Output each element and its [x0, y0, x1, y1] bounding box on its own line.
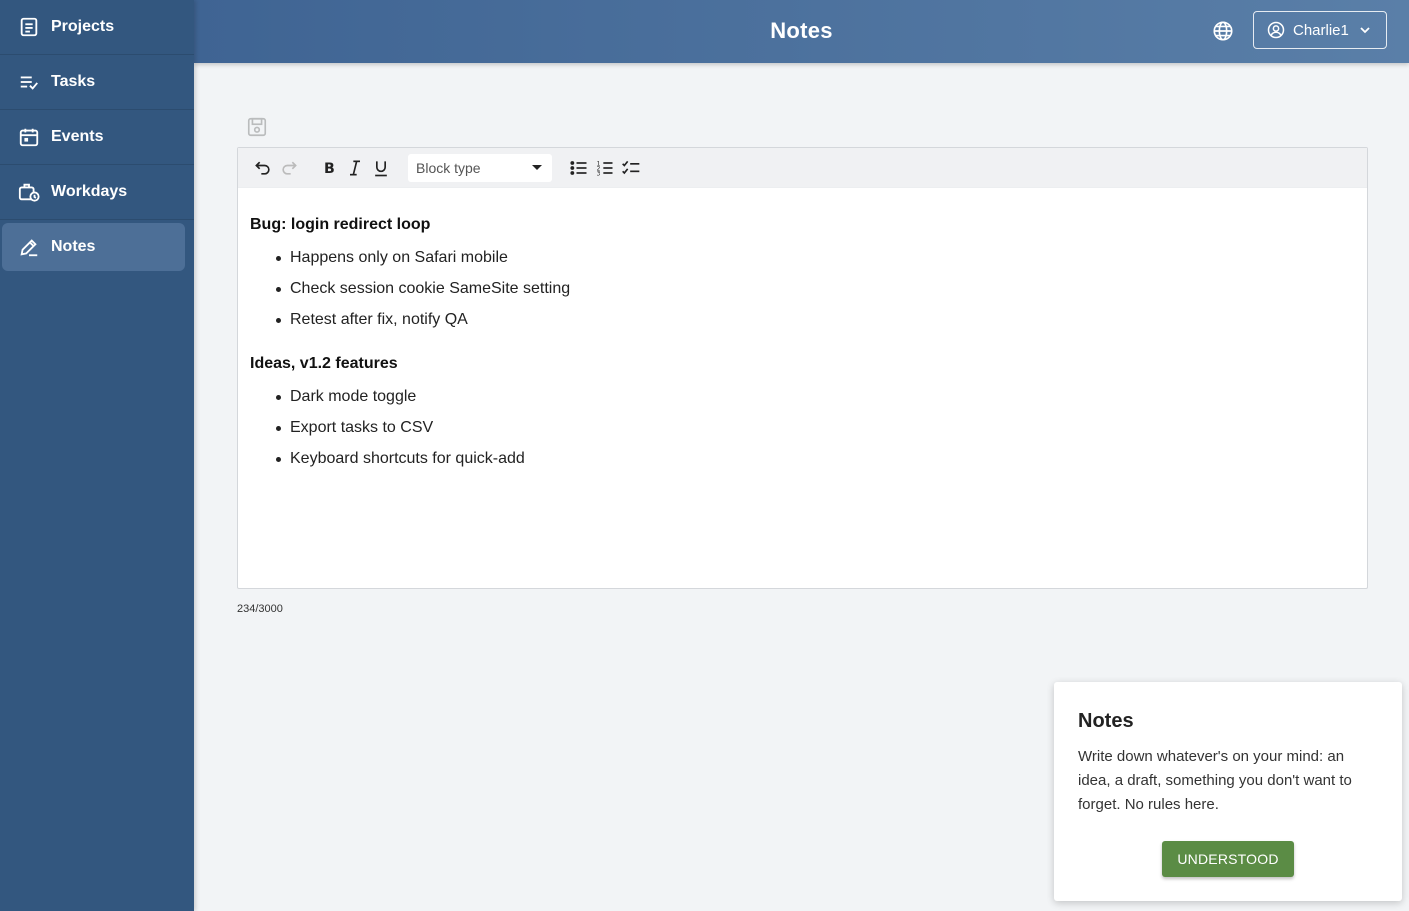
editor-content[interactable]: Bug: login redirect loop Happens only on… — [238, 188, 1367, 480]
rich-text-editor[interactable]: B Block type 1 2 3 Bug: login redirect l… — [237, 147, 1368, 589]
italic-button[interactable] — [342, 155, 368, 181]
popup-text: Write down whatever's on your mind: an i… — [1078, 748, 1352, 813]
checklist-icon — [621, 158, 641, 178]
undo-button[interactable] — [250, 155, 276, 181]
understood-button[interactable]: UNDERSTOOD — [1162, 841, 1294, 877]
redo-button[interactable] — [276, 155, 302, 181]
bold-button[interactable]: B — [316, 155, 342, 181]
undo-icon — [253, 158, 273, 178]
list-item: Happens only on Safari mobile — [276, 248, 1355, 279]
italic-icon — [345, 158, 365, 178]
character-count: 234/3000 — [237, 603, 283, 615]
app-root: Projects Tasks Events Workdays Notes Not… — [0, 0, 1409, 911]
chevron-down-icon — [1359, 24, 1371, 36]
calendar-icon — [18, 126, 40, 148]
sidebar-item-label: Tasks — [51, 73, 96, 90]
document-icon — [18, 16, 40, 38]
popup-title: Notes — [1078, 710, 1134, 732]
briefcase-clock-icon — [18, 181, 40, 203]
list-item: Dark mode toggle — [276, 387, 1355, 418]
bullet-list: Dark mode toggle Export tasks to CSV Key… — [276, 387, 1355, 480]
sidebar-item-notes[interactable]: Notes — [2, 223, 185, 271]
numbered-list-button[interactable]: 123 — [592, 155, 618, 181]
note-heading: Bug: login redirect loop — [250, 216, 431, 233]
language-button[interactable] — [1211, 19, 1235, 43]
checklist-button[interactable] — [618, 155, 644, 181]
globe-icon — [1212, 20, 1234, 42]
sidebar-item-label: Projects — [51, 18, 115, 35]
bold-icon: B — [319, 158, 339, 178]
caret-down-icon — [532, 165, 542, 170]
note-heading: Ideas, v1.2 features — [250, 355, 398, 372]
bullet-list: Happens only on Safari mobile Check sess… — [276, 248, 1355, 341]
list-item: Keyboard shortcuts for quick-add — [276, 449, 1355, 480]
top-header: Notes Charlie1 — [194, 0, 1409, 63]
svg-text:3: 3 — [597, 171, 601, 177]
sidebar-item-label: Workdays — [51, 183, 128, 200]
sidebar-item-events[interactable]: Events — [0, 110, 194, 165]
editor-toolbar: B Block type 1 2 3 — [238, 148, 1367, 188]
underline-button[interactable] — [368, 155, 394, 181]
user-menu-button[interactable]: Charlie1 — [1253, 11, 1387, 49]
task-list-icon — [18, 71, 40, 93]
notes-info-popup: Notes Write down whatever's on your mind… — [1054, 682, 1402, 901]
bullet-list-icon — [569, 158, 589, 178]
list-item: Export tasks to CSV — [276, 418, 1355, 449]
block-type-label: Block type — [416, 159, 481, 176]
sidebar-item-tasks[interactable]: Tasks — [0, 55, 194, 110]
list-item: Retest after fix, notify QA — [276, 310, 1355, 341]
sidebar-item-label: Notes — [51, 238, 96, 255]
pencil-icon — [18, 236, 40, 258]
svg-text:B: B — [324, 161, 335, 177]
numbered-list-icon: 123 — [595, 158, 615, 178]
sidebar-item-workdays[interactable]: Workdays — [0, 165, 194, 220]
list-item: Check session cookie SameSite setting — [276, 279, 1355, 310]
user-name: Charlie1 — [1293, 21, 1349, 39]
block-type-select[interactable]: Block type — [408, 153, 552, 182]
sidebar-item-projects[interactable]: Projects — [0, 0, 194, 55]
save-icon[interactable] — [246, 116, 268, 138]
underline-icon — [371, 158, 391, 178]
user-circle-icon — [1267, 21, 1285, 39]
sidebar-item-label: Events — [51, 128, 104, 145]
bullet-list-button[interactable] — [566, 155, 592, 181]
redo-icon — [279, 158, 299, 178]
sidebar: Projects Tasks Events Workdays Notes — [0, 0, 194, 911]
